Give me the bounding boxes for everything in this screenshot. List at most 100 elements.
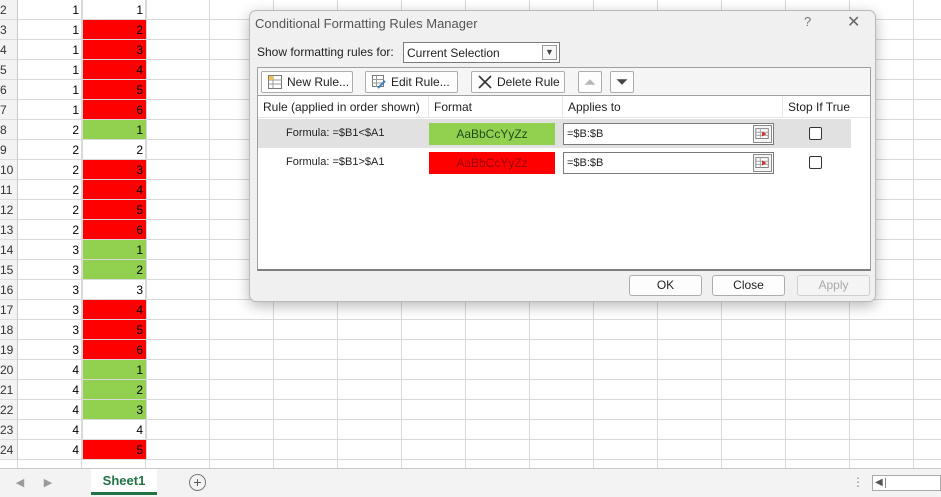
row-header[interactable]: 8 — [0, 120, 18, 140]
row-header[interactable]: 9 — [0, 140, 18, 160]
new-rule-button[interactable]: New Rule... — [261, 71, 353, 93]
cell-b[interactable]: 6 — [83, 100, 147, 120]
cell-a[interactable]: 1 — [18, 100, 83, 120]
applies-to-input[interactable]: =$B:$B — [563, 152, 774, 174]
sheet-row: 24 4 5 — [0, 440, 941, 460]
cell-b[interactable]: 1 — [83, 240, 147, 260]
chevron-down-icon[interactable]: ▼ — [542, 45, 557, 60]
stop-if-true-checkbox[interactable] — [809, 156, 822, 169]
cell-b[interactable]: 4 — [83, 180, 147, 200]
cell-b[interactable]: 6 — [83, 340, 147, 360]
plus-circle-icon[interactable]: + — [189, 474, 206, 491]
cell-a[interactable]: 4 — [18, 380, 83, 400]
cell-b[interactable]: 5 — [83, 440, 147, 460]
apply-button[interactable]: Apply — [797, 275, 870, 296]
tab-split-handle-icon[interactable]: ⋮ — [852, 475, 864, 489]
row-header[interactable]: 13 — [0, 220, 18, 240]
cell-b[interactable]: 3 — [83, 400, 147, 420]
row-header[interactable]: 2 — [0, 0, 18, 20]
rules-table-header: Rule (applied in order shown) Format App… — [258, 96, 870, 118]
row-header[interactable]: 18 — [0, 320, 18, 340]
cell-b[interactable]: 6 — [83, 220, 147, 240]
row-header[interactable]: 4 — [0, 40, 18, 60]
cell-a[interactable]: 3 — [18, 280, 83, 300]
row-header[interactable]: 7 — [0, 100, 18, 120]
cell-b[interactable]: 5 — [83, 200, 147, 220]
row-header[interactable]: 23 — [0, 420, 18, 440]
ok-button[interactable]: OK — [629, 275, 702, 296]
scroll-tabs-left-icon[interactable]: ◀ — [12, 475, 28, 491]
cell-b[interactable]: 3 — [83, 40, 147, 60]
cell-a[interactable]: 3 — [18, 300, 83, 320]
cell-a[interactable]: 2 — [18, 200, 83, 220]
cell-a[interactable]: 1 — [18, 0, 83, 20]
row-header[interactable]: 24 — [0, 440, 18, 460]
cell-a[interactable]: 1 — [18, 60, 83, 80]
cell-a[interactable]: 2 — [18, 140, 83, 160]
cell-b[interactable]: 2 — [83, 260, 147, 280]
delete-rule-button[interactable]: Delete Rule — [471, 71, 565, 93]
rule-row[interactable]: Formula: =$B1<$A1 AaBbCcYyZz =$B:$B — [258, 119, 851, 148]
row-header[interactable]: 21 — [0, 380, 18, 400]
row-header[interactable]: 6 — [0, 80, 18, 100]
scroll-thumb[interactable] — [885, 478, 886, 488]
stop-if-true-checkbox[interactable] — [809, 127, 822, 140]
cell-b[interactable]: 3 — [83, 160, 147, 180]
cell-a[interactable]: 3 — [18, 340, 83, 360]
cell-b[interactable]: 2 — [83, 20, 147, 40]
cell-b[interactable]: 4 — [83, 420, 147, 440]
cell-a[interactable]: 2 — [18, 120, 83, 140]
show-rules-select[interactable]: Current Selection ▼ — [403, 42, 560, 63]
row-header[interactable]: 17 — [0, 300, 18, 320]
cell-b[interactable]: 1 — [83, 120, 147, 140]
row-header[interactable]: 16 — [0, 280, 18, 300]
sheet-tab-sheet1[interactable]: Sheet1 — [91, 469, 157, 495]
row-header[interactable]: 14 — [0, 240, 18, 260]
cell-a[interactable]: 1 — [18, 40, 83, 60]
row-header[interactable]: 22 — [0, 400, 18, 420]
help-icon[interactable]: ? — [804, 14, 811, 29]
scroll-left-icon[interactable]: ◀ — [875, 476, 883, 490]
range-selector-icon[interactable] — [753, 154, 772, 172]
cell-b[interactable]: 1 — [83, 0, 147, 20]
move-down-button[interactable] — [610, 71, 634, 93]
range-selector-icon[interactable] — [753, 125, 772, 143]
scroll-tabs-right-icon[interactable]: ▶ — [40, 475, 56, 491]
cell-a[interactable]: 3 — [18, 240, 83, 260]
row-header[interactable]: 11 — [0, 180, 18, 200]
row-header[interactable]: 15 — [0, 260, 18, 280]
row-header[interactable]: 10 — [0, 160, 18, 180]
close-icon[interactable]: ✕ — [847, 12, 860, 32]
cell-b[interactable]: 2 — [83, 380, 147, 400]
cell-a[interactable]: 1 — [18, 80, 83, 100]
row-header[interactable]: 19 — [0, 340, 18, 360]
cell-a[interactable]: 2 — [18, 220, 83, 240]
close-button[interactable]: Close — [712, 275, 785, 296]
cell-a[interactable]: 2 — [18, 160, 83, 180]
cell-b[interactable]: 4 — [83, 300, 147, 320]
cell-a[interactable]: 4 — [18, 440, 83, 460]
rule-row[interactable]: Formula: =$B1>$A1 AaBbCcYyZz =$B:$B — [258, 148, 851, 177]
cell-b[interactable]: 3 — [83, 280, 147, 300]
cell-b[interactable]: 5 — [83, 80, 147, 100]
cell-a[interactable]: 4 — [18, 420, 83, 440]
rule-text: Formula: =$B1>$A1 — [286, 156, 385, 168]
row-header[interactable]: 5 — [0, 60, 18, 80]
cell-a[interactable]: 4 — [18, 360, 83, 380]
cell-a[interactable]: 3 — [18, 260, 83, 280]
row-header[interactable]: 12 — [0, 200, 18, 220]
cell-a[interactable]: 1 — [18, 20, 83, 40]
row-header[interactable]: 20 — [0, 360, 18, 380]
cell-b[interactable]: 2 — [83, 140, 147, 160]
cell-a[interactable]: 2 — [18, 180, 83, 200]
move-up-button[interactable] — [578, 71, 602, 93]
row-header[interactable]: 3 — [0, 20, 18, 40]
cell-a[interactable]: 4 — [18, 400, 83, 420]
cell-a[interactable]: 3 — [18, 320, 83, 340]
applies-to-input[interactable]: =$B:$B — [563, 123, 774, 145]
edit-rule-button[interactable]: Edit Rule... — [365, 71, 458, 93]
horizontal-scrollbar[interactable]: ◀ — [872, 475, 941, 491]
cell-b[interactable]: 4 — [83, 60, 147, 80]
cell-b[interactable]: 1 — [83, 360, 147, 380]
cell-b[interactable]: 5 — [83, 320, 147, 340]
